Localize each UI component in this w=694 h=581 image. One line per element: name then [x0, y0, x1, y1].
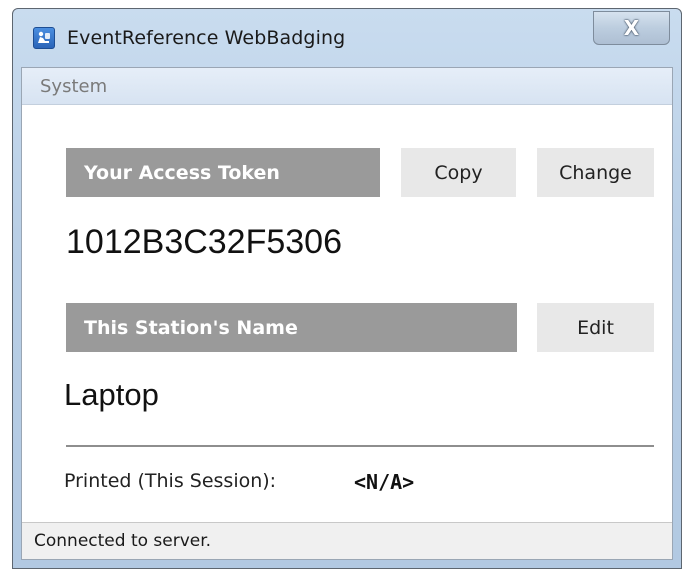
client-area: System Your Access Token Copy Change 101…: [21, 67, 673, 560]
status-bar: Connected to server.: [22, 522, 672, 559]
menu-item-system[interactable]: System: [40, 76, 107, 97]
main-content: Your Access Token Copy Change 1012B3C32F…: [22, 105, 672, 523]
menu-bar: System: [22, 68, 672, 105]
edit-button[interactable]: Edit: [537, 303, 654, 352]
access-token-value: 1012B3C32F5306: [66, 223, 343, 261]
copy-button[interactable]: Copy: [401, 148, 516, 197]
printed-label: Printed (This Session):: [64, 470, 277, 492]
app-icon[interactable]: [33, 27, 55, 49]
access-token-header: Your Access Token: [66, 148, 380, 197]
app-window: EventReference WebBadging X System Your …: [12, 8, 682, 569]
close-icon: X: [623, 16, 640, 40]
printed-value: <N/A>: [354, 470, 415, 494]
title-bar[interactable]: EventReference WebBadging X: [13, 9, 681, 67]
station-name-value: Laptop: [64, 377, 159, 412]
divider: [66, 445, 654, 447]
status-text: Connected to server.: [34, 531, 212, 551]
change-button[interactable]: Change: [537, 148, 654, 197]
window-title: EventReference WebBadging: [67, 27, 346, 49]
station-name-header: This Station's Name: [66, 303, 517, 352]
close-button[interactable]: X: [593, 11, 670, 45]
